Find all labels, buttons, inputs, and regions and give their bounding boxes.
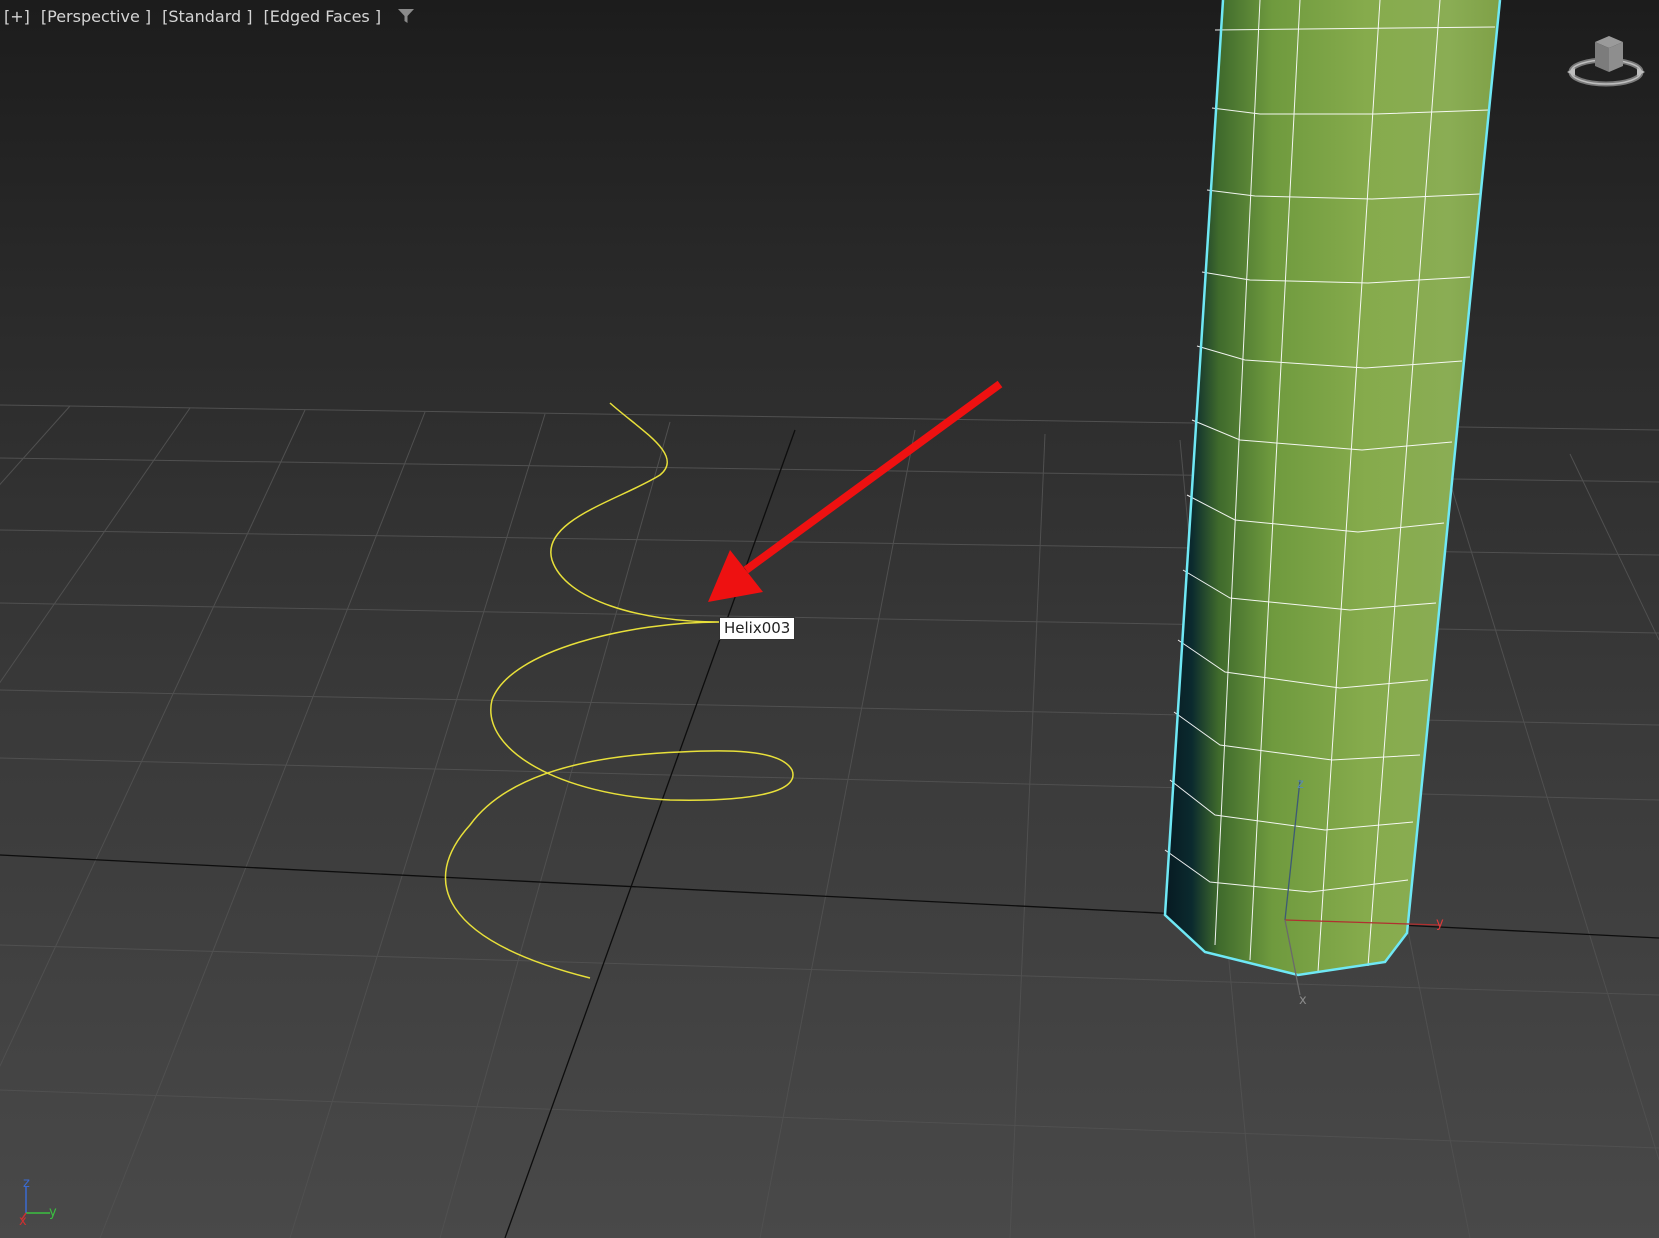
gizmo-z-label: z (1297, 777, 1304, 792)
gizmo-x-label: x (1299, 993, 1307, 1008)
general-viewport-menu[interactable]: [+] (4, 7, 30, 26)
world-y-label: y (49, 1205, 57, 1220)
selected-cylinder[interactable] (1163, 0, 1502, 977)
object-name-tooltip: Helix003 (719, 617, 796, 640)
shading-menu[interactable]: [Standard ] (162, 7, 252, 26)
display-mode-menu[interactable]: [Edged Faces ] (263, 7, 381, 26)
scene-canvas[interactable]: z y x (0, 0, 1659, 1238)
world-z-label: z (23, 1176, 30, 1191)
viewport-label-menu: [+] [Perspective ] [Standard ] [Edged Fa… (4, 4, 416, 28)
world-x-label: x (19, 1214, 27, 1225)
viewcube-icon[interactable] (1565, 30, 1647, 98)
gizmo-y-label: y (1436, 916, 1444, 931)
point-of-view-menu[interactable]: [Perspective ] (41, 7, 151, 26)
world-axis-tripod: z y x (18, 1175, 68, 1229)
perspective-viewport[interactable]: z y x [+] [Perspective ] [Standard ] [Ed… (0, 0, 1659, 1238)
funnel-icon[interactable] (396, 6, 416, 26)
